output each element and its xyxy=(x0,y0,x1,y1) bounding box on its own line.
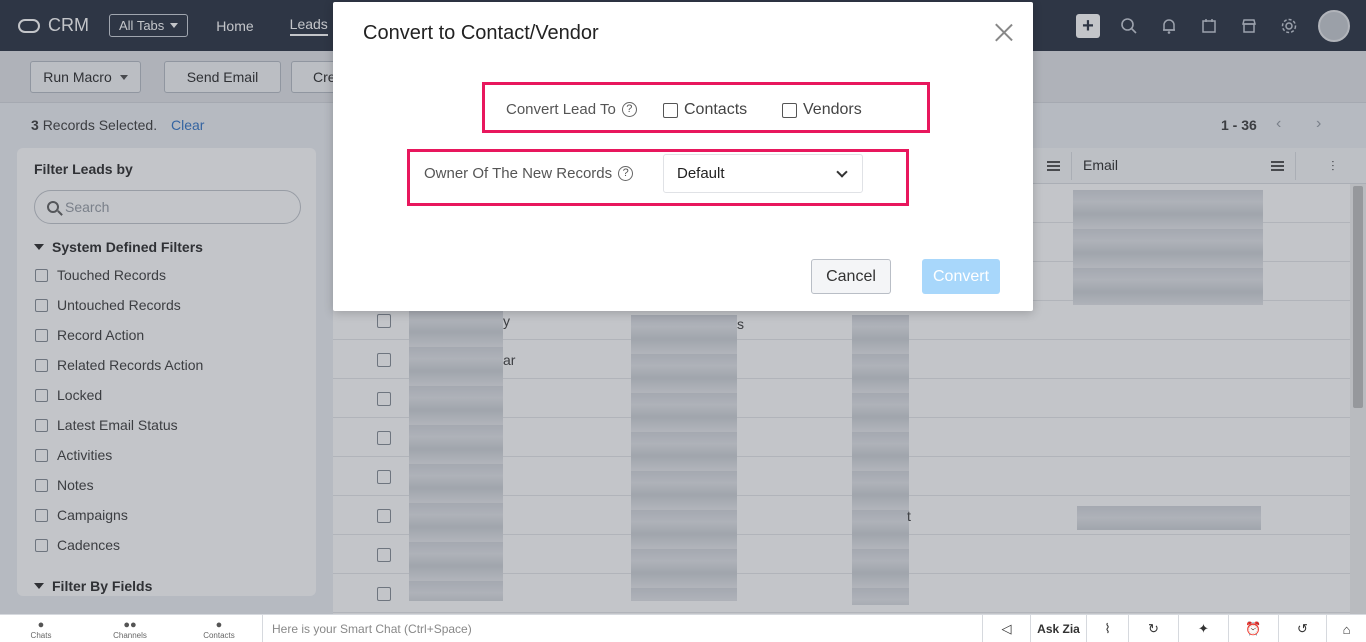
close-icon[interactable] xyxy=(994,22,1014,42)
contacts-label: Contacts xyxy=(684,101,748,118)
activity-icon[interactable]: ⌇ xyxy=(1086,615,1128,642)
contacts-checkbox[interactable] xyxy=(663,102,678,118)
chevron-down-icon xyxy=(836,166,848,178)
convert-lead-to-label: Convert Lead To ? xyxy=(506,101,637,118)
owner-label: Owner Of The New Records ? xyxy=(424,165,634,182)
help-icon[interactable]: ? xyxy=(621,102,637,117)
bottom-bar: ● Chats ●● Channels ● Contacts Here is y… xyxy=(0,614,1366,642)
ask-zia-button[interactable]: Ask Zia xyxy=(1030,615,1086,642)
smart-chat-placeholder: Here is your Smart Chat (Ctrl+Space) xyxy=(272,622,472,636)
smart-chat-input[interactable]: Here is your Smart Chat (Ctrl+Space) xyxy=(262,615,982,642)
chats-shortcut[interactable]: ● Chats xyxy=(11,619,71,640)
help-icon[interactable]: ? xyxy=(618,166,634,181)
chats-label: Chats xyxy=(30,631,52,640)
contacts-checkbox-option[interactable]: Contacts xyxy=(663,101,747,119)
channels-icon: ●● xyxy=(123,619,137,631)
owner-label-text: Owner Of The New Records xyxy=(424,165,613,182)
person-icon: ● xyxy=(215,619,223,631)
history-icon[interactable]: ↺ xyxy=(1278,615,1326,642)
convert-dialog: Convert to Contact/Vendor Convert Lead T… xyxy=(333,2,1033,311)
signal-icon[interactable]: ↻ xyxy=(1128,615,1178,642)
vendors-checkbox-option[interactable]: Vendors xyxy=(782,101,862,119)
contacts-shortcut[interactable]: ● Contacts xyxy=(189,619,249,640)
cancel-button[interactable]: Cancel xyxy=(811,259,891,294)
zia-icon[interactable]: ✦ xyxy=(1178,615,1228,642)
bottom-tools: ◁ Ask Zia ⌇ ↻ ✦ ⏰ ↺ ⌂ xyxy=(982,615,1366,642)
owner-select[interactable]: Default xyxy=(663,154,863,193)
convert-button[interactable]: Convert xyxy=(922,259,1000,294)
chat-bubble-icon: ● xyxy=(37,619,45,631)
store-icon[interactable]: ⌂ xyxy=(1326,615,1366,642)
owner-select-value: Default xyxy=(677,165,725,182)
vendors-label: Vendors xyxy=(803,101,862,118)
contacts-shortcut-label: Contacts xyxy=(203,631,235,640)
alarm-clock-icon[interactable]: ⏰ xyxy=(1228,615,1278,642)
channels-shortcut[interactable]: ●● Channels xyxy=(100,619,160,640)
channels-label: Channels xyxy=(113,631,147,640)
dialog-title: Convert to Contact/Vendor xyxy=(363,22,599,44)
convert-lead-to-text: Convert Lead To xyxy=(506,101,616,118)
megaphone-icon[interactable]: ◁ xyxy=(982,615,1030,642)
vendors-checkbox[interactable] xyxy=(782,102,797,118)
